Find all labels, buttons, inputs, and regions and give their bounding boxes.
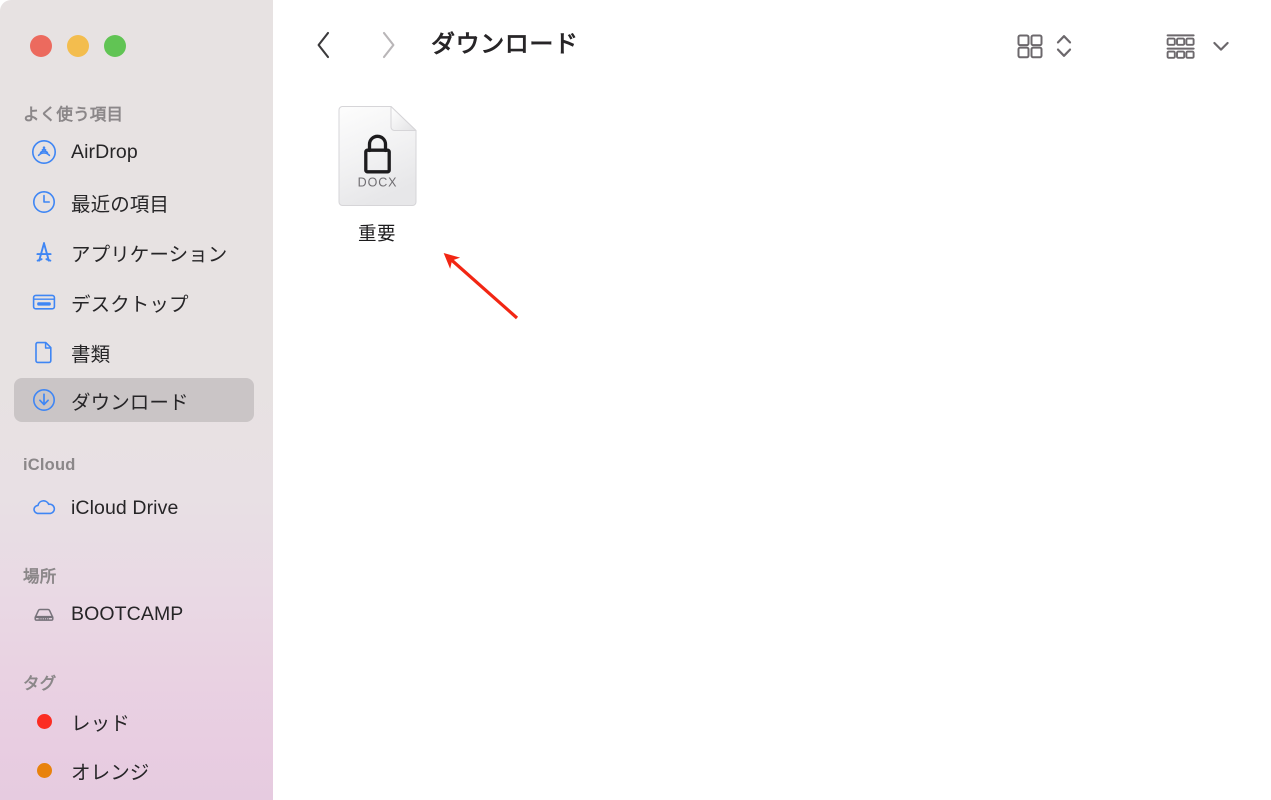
traffic-lights [30,35,126,57]
sidebar-item-desktop[interactable]: デスクトップ [14,280,254,324]
harddisk-icon [31,601,57,627]
desktop-icon [31,289,57,315]
file-item-docx[interactable]: DOCX 重要 [315,104,439,246]
sidebar-item-documents[interactable]: 書類 [14,330,254,374]
finder-window: よく使う項目 AirDrop 最近の項目 アプリケーション デスクトップ 書類 … [0,0,1271,800]
sidebar-item-tag-orange[interactable]: オレンジ [14,748,254,792]
sidebar-item-applications[interactable]: アプリケーション [14,230,254,274]
main-content-area: ダウンロード DOCX 重要 [273,0,1271,800]
icon-chevron-down[interactable] [1210,35,1232,62]
clock-icon [31,189,57,215]
applications-icon [31,239,57,265]
icon-group-rows[interactable] [1164,30,1198,67]
sidebar-item-downloads[interactable]: ダウンロード [14,378,254,422]
sidebar-section-locations-title: 場所 [23,568,57,586]
sidebar-item-label: iCloud Drive [71,496,179,519]
icon-view-grid[interactable] [1014,30,1046,67]
icon-chevron-updown[interactable] [1054,29,1074,68]
page-title: ダウンロード [431,31,579,58]
sidebar-item-label: 書類 [71,343,111,366]
tag-dot-icon [31,757,57,783]
sidebar-item-label: アプリケーション [71,243,228,266]
cloud-icon [31,495,57,521]
documents-icon [31,339,57,365]
chevron-left-icon [317,31,330,59]
view-options-control[interactable] [1014,28,1074,68]
sidebar-item-label: オレンジ [71,761,150,784]
downloads-icon [31,387,57,413]
sidebar-item-airdrop[interactable]: AirDrop [14,130,254,174]
tag-dot-icon [31,708,57,734]
file-kind-label: DOCX [357,176,397,190]
back-button[interactable] [306,27,342,63]
airdrop-icon [31,139,57,165]
chevron-right-icon [382,31,395,59]
zoom-button[interactable] [104,35,126,57]
forward-button[interactable] [370,27,406,63]
sidebar-item-tag-red[interactable]: レッド [14,699,254,743]
docx-file-icon[interactable]: DOCX [336,104,419,208]
sidebar-section-favorites-title: よく使う項目 [23,106,124,124]
close-button[interactable] [30,35,52,57]
minimize-button[interactable] [67,35,89,57]
group-by-control[interactable] [1164,28,1232,68]
file-name-label: 重要 [357,223,396,244]
sidebar-item-label: 最近の項目 [71,193,170,216]
sidebar-section-tags-title: タグ [23,675,57,693]
sidebar-item-icloud-drive[interactable]: iCloud Drive [14,486,254,530]
sidebar-item-label: ダウンロード [71,391,189,414]
sidebar-item-recents[interactable]: 最近の項目 [14,180,254,224]
sidebar-item-bootcamp[interactable]: BOOTCAMP [14,592,254,636]
sidebar-item-label: AirDrop [71,140,138,163]
sidebar-item-label: BOOTCAMP [71,602,184,625]
sidebar: よく使う項目 AirDrop 最近の項目 アプリケーション デスクトップ 書類 … [0,0,273,800]
toolbar: ダウンロード [273,0,1271,92]
sidebar-item-label: デスクトップ [71,293,189,316]
sidebar-item-label: レッド [71,712,130,735]
sidebar-section-icloud-title: iCloud [23,456,76,474]
